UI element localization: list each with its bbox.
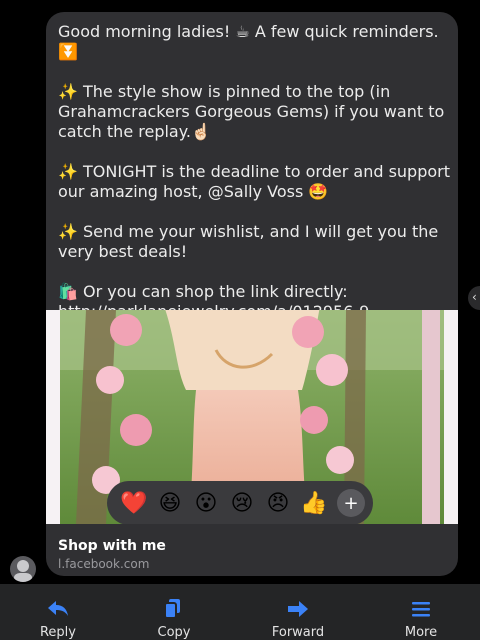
reply-label: Reply xyxy=(39,625,76,640)
link-preview[interactable]: Shop with me l.facebook.com xyxy=(46,524,458,576)
reaction-wow[interactable]: 😮 xyxy=(189,486,223,520)
more-button[interactable]: More xyxy=(376,584,466,640)
forward-label: Forward xyxy=(271,625,325,640)
reaction-angry[interactable]: 😠 xyxy=(261,486,295,520)
link-preview-domain: l.facebook.com xyxy=(58,557,150,571)
message-line: ✨ TONIGHT is the deadline to order and s… xyxy=(58,162,450,201)
message-line: Good morning ladies! ☕ A few quick remin… xyxy=(58,22,439,61)
chevron-left-icon: ‹ xyxy=(472,290,477,304)
message-line: 🛍️ Or you can shop the link directly: xyxy=(58,282,348,301)
avatar-image xyxy=(14,560,32,582)
reaction-like[interactable]: 👍 xyxy=(297,486,331,520)
link-preview-title: Shop with me xyxy=(58,538,166,554)
reaction-sad[interactable]: 😢 xyxy=(225,486,259,520)
more-label: More xyxy=(404,625,438,640)
message-text: Good morning ladies! ☕ A few quick remin… xyxy=(58,22,458,322)
reaction-bar: ❤️ 😆 😮 😢 😠 👍 + xyxy=(107,481,373,525)
message-line: ✨ Send me your wishlist, and I will get … xyxy=(58,222,439,261)
menu-icon xyxy=(412,602,430,617)
edge-handle[interactable]: ‹ xyxy=(468,286,480,310)
message-line: ✨ The style show is pinned to the top (i… xyxy=(58,82,445,141)
message-actions-toolbar: Reply Copy Forward More xyxy=(0,584,480,640)
reaction-laugh[interactable]: 😆 xyxy=(153,486,187,520)
reply-button[interactable]: Reply xyxy=(13,584,103,640)
reaction-heart[interactable]: ❤️ xyxy=(117,486,151,520)
copy-button[interactable]: Copy xyxy=(129,584,219,640)
copy-icon xyxy=(164,599,180,619)
forward-button[interactable]: Forward xyxy=(253,584,343,640)
copy-label: Copy xyxy=(157,625,191,640)
forward-arrow-icon xyxy=(288,601,308,617)
add-reaction-button[interactable]: + xyxy=(337,489,365,517)
reply-icon xyxy=(48,601,68,616)
avatar[interactable] xyxy=(10,556,36,582)
